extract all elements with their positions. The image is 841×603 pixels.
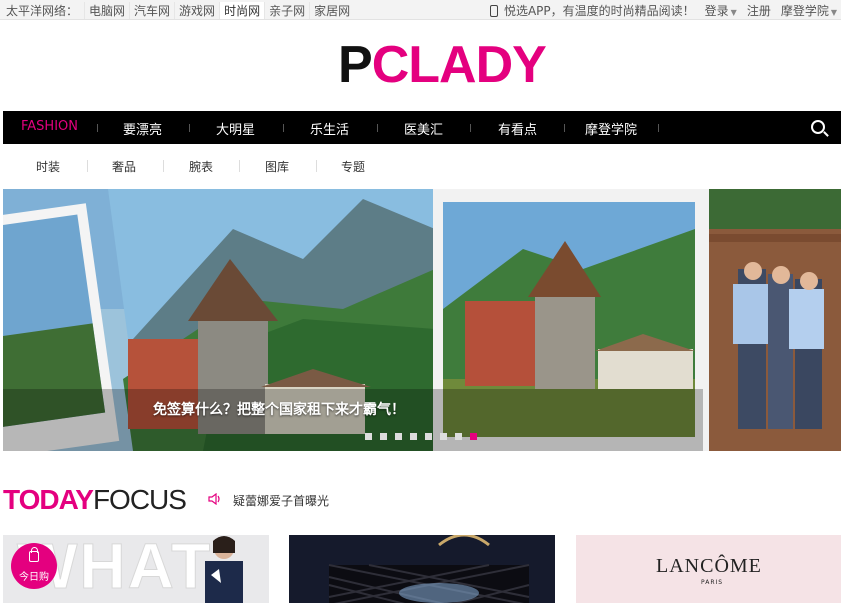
- nav-fashion[interactable]: FASHION: [21, 119, 78, 134]
- card-3-brand: LANCÔME: [656, 555, 762, 577]
- nav-divider: [564, 124, 565, 132]
- nav-lifestyle[interactable]: 乐生活: [310, 119, 349, 138]
- focus-card-3[interactable]: LANCÔME PARIS: [576, 535, 841, 603]
- network-links: 太平洋网络： 电脑网 汽车网 游戏网 时尚网 亲子网 家居网: [6, 2, 354, 19]
- card-2-image: [328, 535, 530, 603]
- caret-down-icon: ▼: [730, 8, 737, 17]
- search-icon[interactable]: [811, 120, 825, 134]
- carousel-dots: [365, 433, 485, 440]
- link-pconline[interactable]: 电脑网: [84, 2, 129, 19]
- login-link[interactable]: 登录 ▼: [705, 2, 737, 19]
- nav-academy[interactable]: 摩登学院: [585, 119, 637, 138]
- banner-image: [3, 189, 841, 451]
- banner-caption[interactable]: 免签算什么？把整个国家租下来才霸气！: [153, 399, 405, 419]
- nav-divider: [189, 124, 190, 132]
- carousel-dot[interactable]: [410, 433, 417, 440]
- carousel-dot[interactable]: [380, 433, 387, 440]
- link-pcbaby[interactable]: 亲子网: [264, 2, 309, 19]
- caret-down-icon: ▼: [830, 8, 837, 17]
- today-shop-label: 今日购: [19, 572, 49, 583]
- academy-label: 摩登学院: [780, 4, 829, 18]
- nav-stars[interactable]: 大明星: [216, 119, 255, 138]
- subnav-divider: [163, 160, 164, 172]
- app-promo-link[interactable]: 悦选APP，有温度的时尚精品阅读！: [504, 2, 695, 19]
- subnav-topics[interactable]: 专题: [341, 158, 365, 175]
- carousel-dot-active[interactable]: [470, 433, 477, 440]
- register-link[interactable]: 注册: [747, 2, 771, 19]
- phone-icon: [489, 4, 498, 17]
- sub-nav: 时装 奢品 腕表 图库 专题: [3, 148, 841, 182]
- academy-link[interactable]: 摩登学院 ▼: [781, 2, 837, 19]
- logo-p: P: [338, 36, 373, 94]
- logo-c: C: [371, 36, 410, 94]
- nav-divider: [470, 124, 471, 132]
- nav-divider: [97, 124, 98, 132]
- nav-highlights[interactable]: 有看点: [498, 119, 537, 138]
- shopping-bag-icon: [29, 547, 39, 562]
- today-focus-title: TODAYFOCUS: [3, 484, 187, 516]
- carousel-dot[interactable]: [365, 433, 372, 440]
- nav-medical-beauty[interactable]: 医美汇: [404, 119, 443, 138]
- focus-label: FOCUS: [92, 484, 187, 515]
- headline-ticker[interactable]: 疑蕾娜爱子首曝光: [233, 492, 329, 509]
- carousel-dot[interactable]: [395, 433, 402, 440]
- speaker-icon: [208, 493, 220, 505]
- subnav-gallery[interactable]: 图库: [265, 158, 289, 175]
- nav-divider: [283, 124, 284, 132]
- subnav-divider: [316, 160, 317, 172]
- subnav-clothing[interactable]: 时装: [36, 158, 60, 175]
- nav-divider: [377, 124, 378, 132]
- subnav-divider: [87, 160, 88, 172]
- link-pcauto[interactable]: 汽车网: [129, 2, 174, 19]
- link-pchouse[interactable]: 家居网: [309, 2, 354, 19]
- login-label: 登录: [704, 4, 729, 18]
- subnav-divider: [239, 160, 240, 172]
- carousel-dot[interactable]: [425, 433, 432, 440]
- today-label: TODAY: [3, 484, 94, 515]
- nav-beauty[interactable]: 要漂亮: [123, 119, 162, 138]
- subnav-luxury[interactable]: 奢品: [112, 158, 136, 175]
- today-shop-button[interactable]: 今日购: [11, 543, 57, 589]
- nav-divider: [658, 124, 659, 132]
- carousel-dot[interactable]: [440, 433, 447, 440]
- user-links: 悦选APP，有温度的时尚精品阅读！ 登录 ▼ 注册 摩登学院 ▼: [489, 2, 837, 19]
- hero-banner[interactable]: 免签算什么？把整个国家租下来才霸气！: [3, 189, 841, 451]
- site-logo[interactable]: P C LADY: [338, 36, 547, 94]
- network-label: 太平洋网络：: [6, 4, 79, 18]
- subnav-watches[interactable]: 腕表: [189, 158, 213, 175]
- main-nav: FASHION 要漂亮 大明星 乐生活 医美汇 有看点 摩登学院: [3, 111, 841, 144]
- carousel-dot[interactable]: [455, 433, 462, 440]
- top-bar: 太平洋网络： 电脑网 汽车网 游戏网 时尚网 亲子网 家居网 悦选APP，有温度…: [0, 0, 841, 20]
- logo-lady: LADY: [408, 36, 547, 94]
- link-pclady[interactable]: 时尚网: [219, 2, 265, 19]
- link-pcgames[interactable]: 游戏网: [174, 2, 219, 19]
- focus-card-2[interactable]: [289, 535, 555, 603]
- card-3-brand-sub: PARIS: [701, 579, 724, 586]
- card-1-image: [205, 536, 243, 603]
